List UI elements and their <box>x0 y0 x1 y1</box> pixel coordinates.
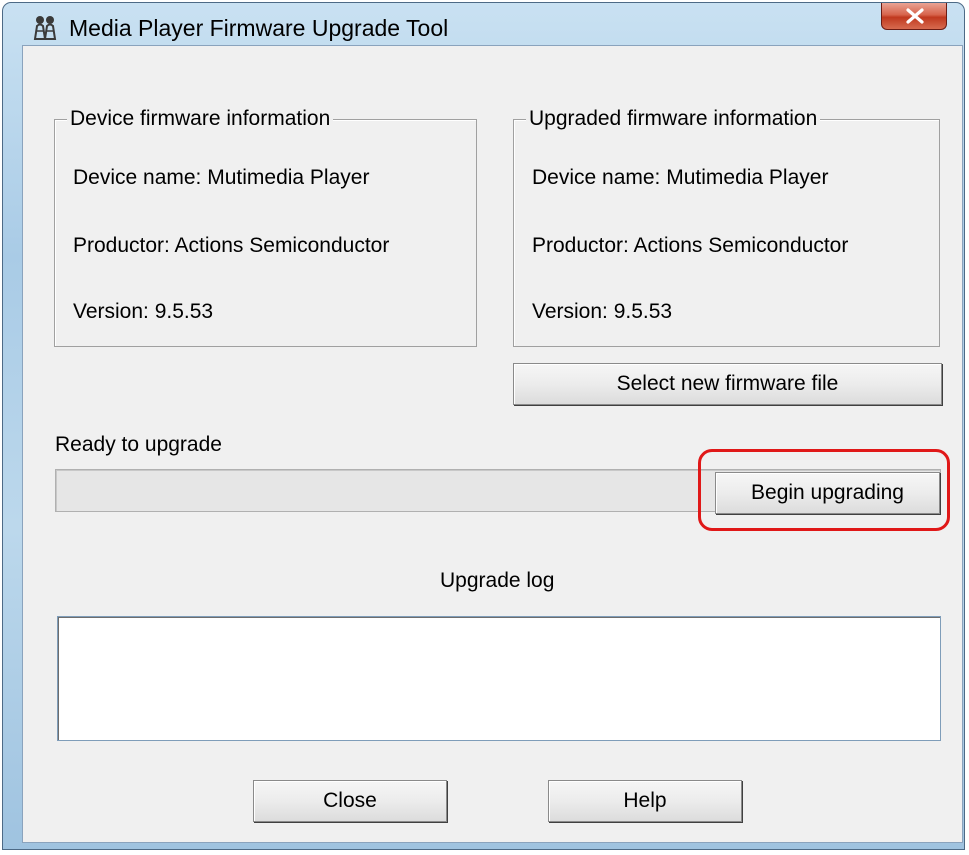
help-button[interactable]: Help <box>548 780 742 822</box>
close-button[interactable]: Close <box>253 780 447 822</box>
device-name-label: Device name: Mutimedia Player <box>73 166 370 189</box>
upgraded-firmware-legend: Upgraded firmware information <box>526 107 821 131</box>
close-window-button[interactable] <box>881 3 947 30</box>
status-label: Ready to upgrade <box>55 433 222 456</box>
upgrade-log-label: Upgrade log <box>440 569 555 592</box>
upgraded-producer-label: Productor: Actions Semiconductor <box>532 234 849 257</box>
device-version-label: Version: 9.5.53 <box>73 300 214 323</box>
upgraded-name-label: Device name: Mutimedia Player <box>532 166 829 189</box>
close-icon <box>906 8 924 24</box>
device-firmware-group: Device firmware information Device name:… <box>54 107 477 347</box>
dialog-body: Device firmware information Device name:… <box>22 45 963 843</box>
upgrade-log-textarea[interactable] <box>57 616 941 741</box>
device-firmware-legend: Device firmware information <box>67 107 334 131</box>
device-producer-label: Productor: Actions Semiconductor <box>73 234 390 257</box>
select-firmware-button[interactable]: Select new firmware file <box>513 363 942 405</box>
main-window: Media Player Firmware Upgrade Tool Devic… <box>2 2 965 850</box>
figures-icon <box>33 16 57 40</box>
title-bar[interactable]: Media Player Firmware Upgrade Tool <box>3 3 964 45</box>
upgraded-version-label: Version: 9.5.53 <box>532 300 673 323</box>
begin-upgrading-button[interactable]: Begin upgrading <box>715 472 940 514</box>
upgraded-firmware-group: Upgraded firmware information Device nam… <box>513 107 940 347</box>
window-title: Media Player Firmware Upgrade Tool <box>69 15 449 41</box>
